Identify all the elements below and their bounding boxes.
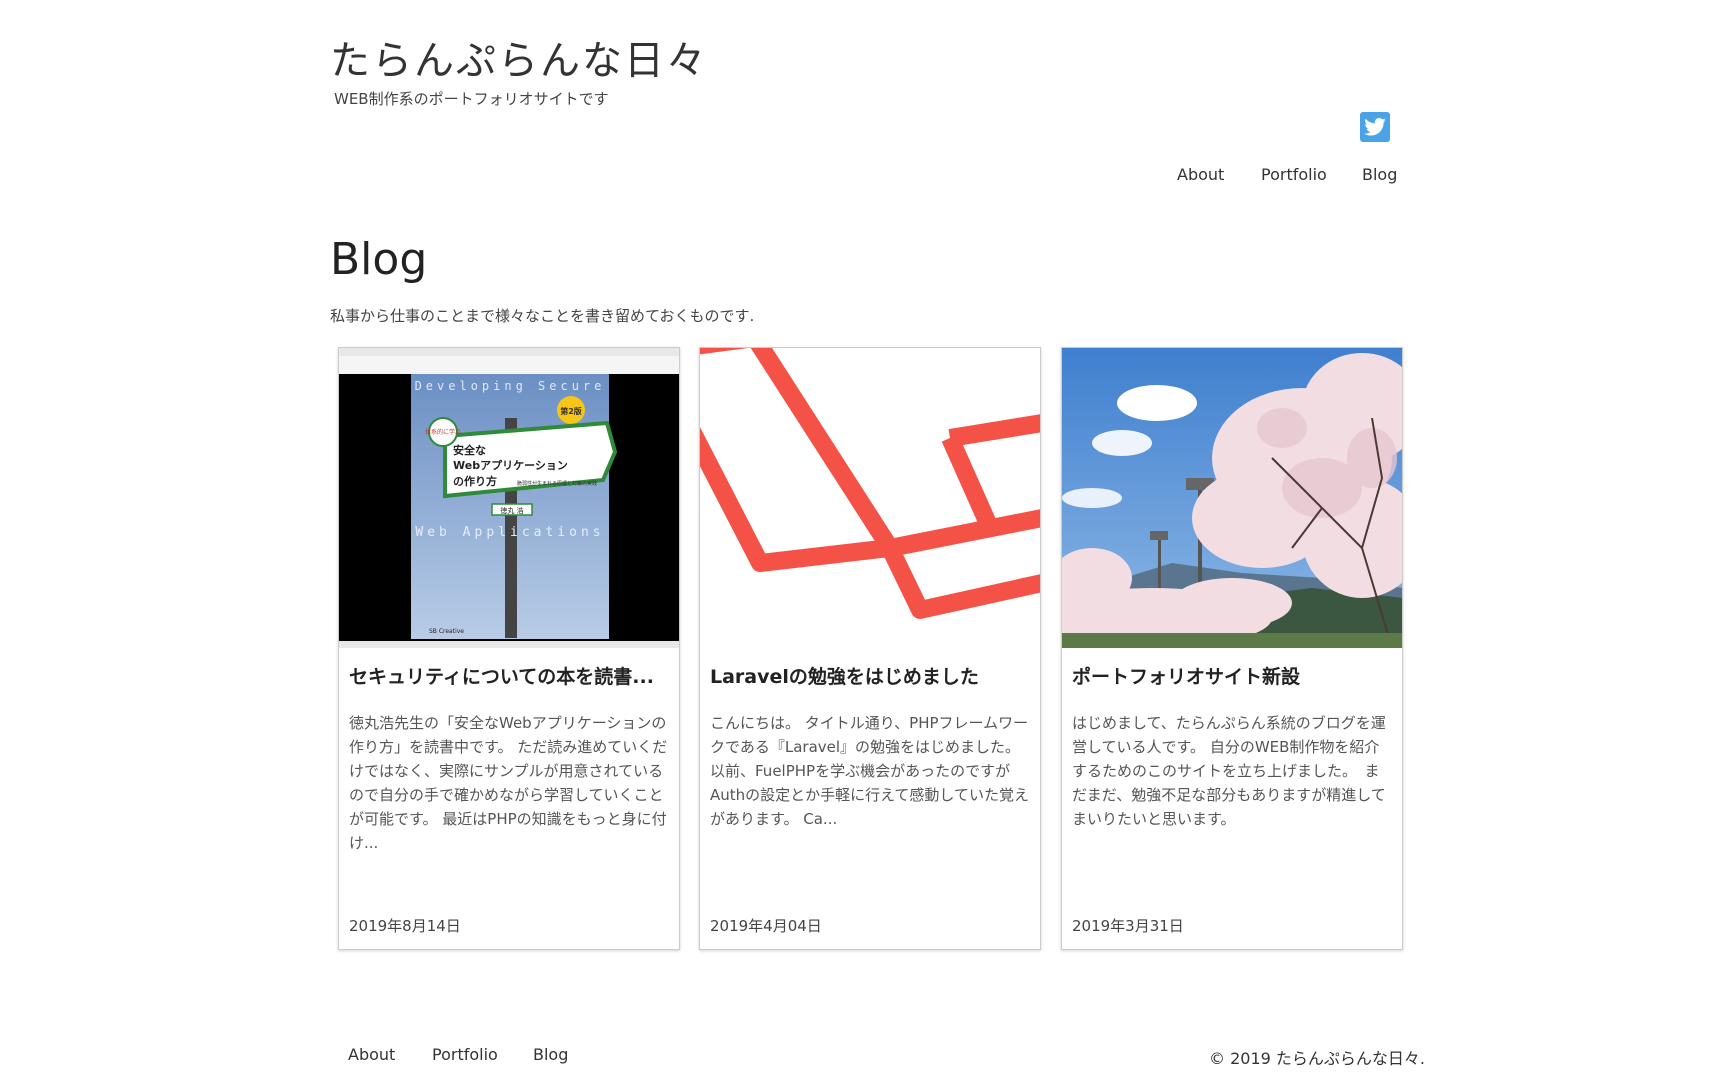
twitter-icon [1364, 118, 1386, 136]
card-thumbnail-book: Developing Secure 第2版 体系的に学ぶ 安全な Webアプリケ… [339, 348, 679, 648]
card-title[interactable]: Laravelの勉強をはじめました [710, 662, 1030, 689]
book-top-text: Developing Secure [415, 379, 606, 393]
blog-card[interactable]: ポートフォリオサイト新設 はじめまして、たらんぷらん系統のブログを運営している人… [1061, 347, 1403, 950]
card-date: 2019年8月14日 [349, 917, 461, 935]
book-bottom-text: Web Applications [415, 525, 604, 540]
nav-blog[interactable]: Blog [1362, 165, 1397, 184]
card-title[interactable]: ポートフォリオサイト新設 [1072, 662, 1392, 689]
nav-about[interactable]: About [1177, 165, 1224, 184]
book-cover-image: Developing Secure 第2版 体系的に学ぶ 安全な Webアプリケ… [339, 348, 679, 648]
twitter-button[interactable] [1360, 112, 1390, 142]
card-date: 2019年3月31日 [1072, 917, 1184, 935]
footer-nav-portfolio[interactable]: Portfolio [432, 1045, 498, 1064]
card-thumbnail-laravel [700, 348, 1040, 648]
book-badge: 第2版 [560, 406, 582, 416]
blog-card[interactable]: Laravelの勉強をはじめました こんにちは。 タイトル通り、PHPフレームワ… [699, 347, 1041, 950]
copyright: © 2019 たらんぷらんな日々. [1209, 1049, 1425, 1068]
footer-nav-about[interactable]: About [348, 1045, 395, 1064]
page-lead: 私事から仕事のことまで様々なことを書き留めておくものです. [330, 307, 755, 325]
page-title: Blog [330, 234, 428, 285]
laravel-logo-image [700, 348, 1040, 619]
card-title[interactable]: セキュリティについての本を読書... [349, 662, 669, 689]
site-title[interactable]: たらんぷらんな日々 [330, 28, 708, 86]
card-excerpt: こんにちは。 タイトル通り、PHPフレームワークである『Laravel』の勉強を… [710, 714, 1029, 828]
card-thumbnail-cherry-blossom [1062, 348, 1402, 648]
book-sign-sub: 脆弱性が生まれる原理と対策の実践 [517, 480, 597, 487]
book-sign-line3: の作り方 [453, 474, 497, 488]
book-sign-line2: Webアプリケーション [453, 458, 568, 472]
book-author: 徳丸 浩 [500, 506, 523, 515]
blog-card[interactable]: Developing Secure 第2版 体系的に学ぶ 安全な Webアプリケ… [338, 347, 680, 950]
nav-portfolio[interactable]: Portfolio [1261, 165, 1327, 184]
card-excerpt: はじめまして、たらんぷらん系統のブログを運営している人です。 自分のWEB制作物… [1072, 714, 1386, 828]
card-excerpt: 徳丸浩先生の「安全なWebアプリケーションの作り方」を読書中です。 ただ読み進め… [349, 714, 668, 852]
footer-nav-blog[interactable]: Blog [533, 1045, 568, 1064]
card-date: 2019年4月04日 [710, 917, 822, 935]
site-description: WEB制作系のポートフォリオサイトです [334, 90, 609, 108]
book-sign-line1: 安全な [453, 443, 486, 457]
cherry-blossom-image [1062, 348, 1402, 648]
book-sign-small: 体系的に学ぶ [425, 428, 461, 436]
book-publisher: SB Creative [429, 628, 464, 635]
